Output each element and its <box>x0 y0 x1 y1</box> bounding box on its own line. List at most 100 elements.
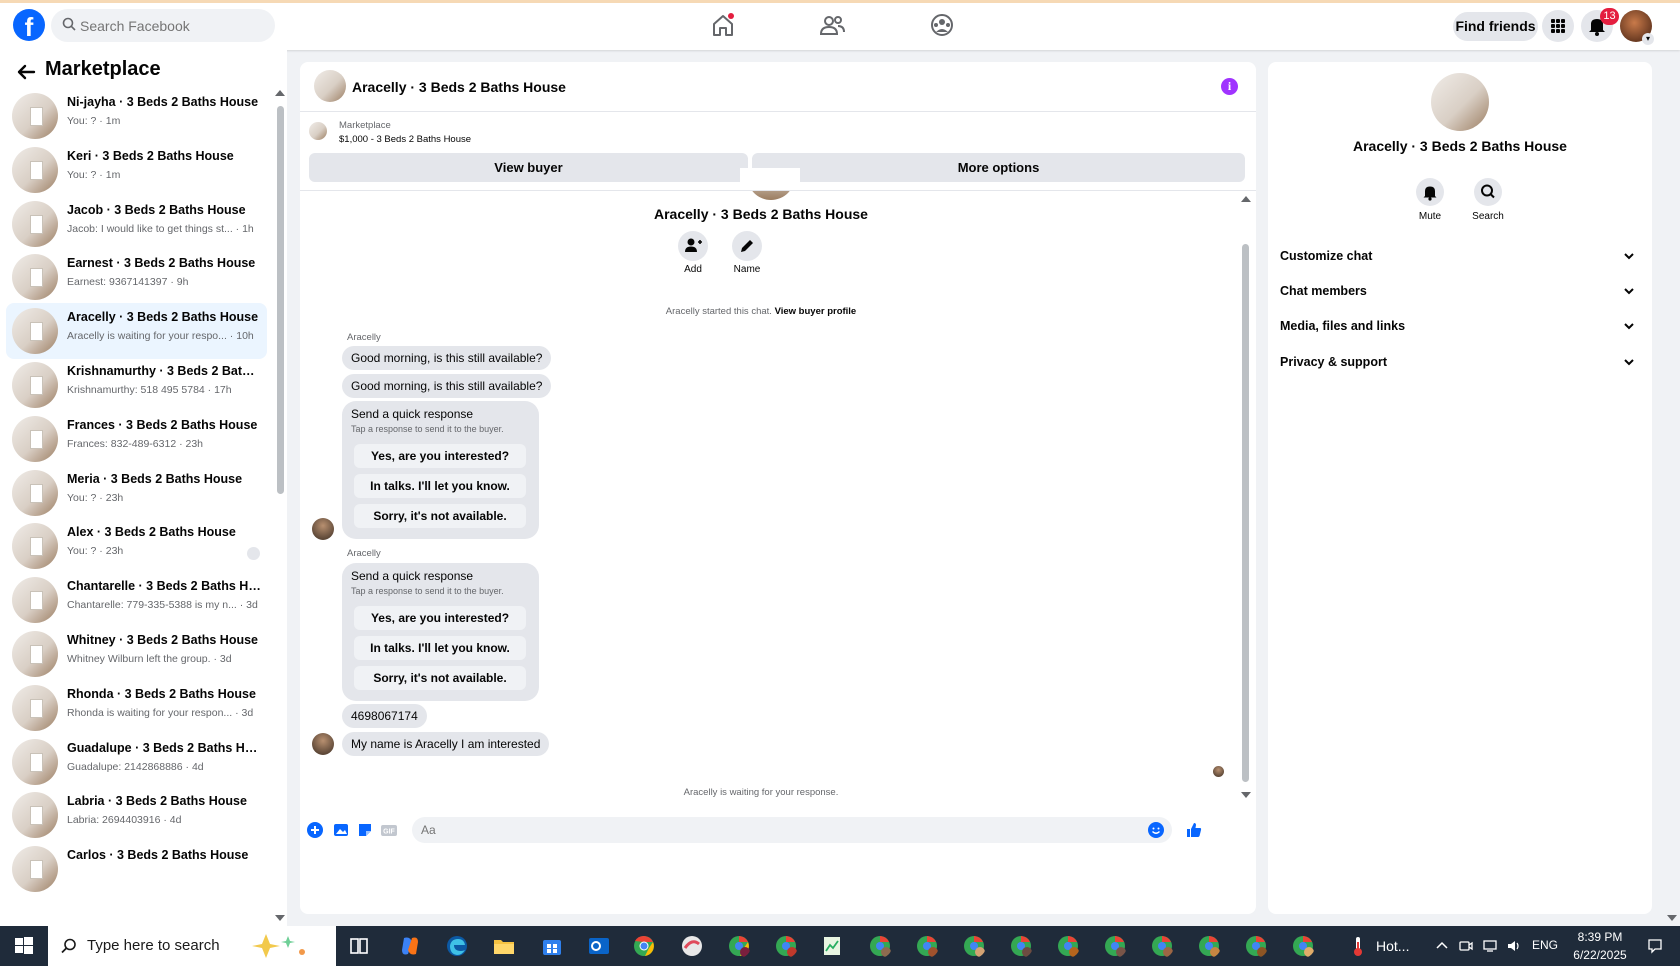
thumbs-up-icon[interactable] <box>1185 821 1203 839</box>
search-input[interactable] <box>80 9 270 42</box>
camera-icon[interactable] <box>1458 938 1474 954</box>
taskbar-search-box[interactable]: Type here to search <box>48 926 336 966</box>
edge-icon[interactable] <box>445 934 469 958</box>
conversation-item[interactable]: Meria · 3 Beds 2 Baths House You: ? · 23h <box>6 465 267 521</box>
outlook-icon[interactable] <box>587 934 611 958</box>
notification-badge: 13 <box>1600 8 1619 25</box>
page-scroll-down-arrow[interactable] <box>1667 915 1677 921</box>
quick-response-option[interactable]: In talks. I'll let you know. <box>354 474 526 498</box>
plus-circle-icon[interactable] <box>306 821 324 839</box>
chevron-up-icon[interactable] <box>1434 938 1450 954</box>
conversation-item[interactable]: Frances · 3 Beds 2 Baths House Frances: 8… <box>6 411 267 467</box>
back-arrow-icon[interactable] <box>14 60 38 84</box>
chevron-down-icon[interactable]: ▾ <box>1642 33 1654 45</box>
language-indicator[interactable]: ENG <box>1532 938 1558 952</box>
task-view-icon[interactable] <box>347 934 371 958</box>
home-icon[interactable] <box>709 12 737 38</box>
volume-icon[interactable] <box>1506 938 1522 954</box>
view-buyer-button[interactable]: View buyer <box>309 153 748 182</box>
chrome-profile-icon[interactable] <box>1244 934 1268 958</box>
gif-icon[interactable]: GIF <box>380 821 398 839</box>
app-icon[interactable] <box>680 934 704 958</box>
sticker-icon[interactable] <box>356 821 374 839</box>
clock-time[interactable]: 8:39 PM <box>1560 930 1640 944</box>
copilot-icon[interactable] <box>398 934 422 958</box>
conversation-title: Guadalupe · 3 Beds 2 Baths Ho... <box>67 741 262 755</box>
chrome-icon[interactable] <box>632 934 656 958</box>
search-icon <box>61 938 76 954</box>
chrome-profile-icon[interactable] <box>1197 934 1221 958</box>
facebook-logo-icon[interactable]: f <box>13 9 45 41</box>
chrome-profile-icon[interactable] <box>1103 934 1127 958</box>
notifications-center-icon[interactable] <box>1647 938 1663 954</box>
conversation-item[interactable]: Rhonda · 3 Beds 2 Baths House Rhonda is w… <box>6 680 267 736</box>
windows-start-icon[interactable] <box>0 926 48 966</box>
section-customize-chat[interactable]: Customize chat <box>1280 243 1640 271</box>
find-friends-button[interactable]: Find friends <box>1453 12 1538 41</box>
search-in-conversation-button[interactable] <box>1474 178 1502 206</box>
quick-response-option[interactable]: Sorry, it's not available. <box>354 504 526 528</box>
groups-icon[interactable] <box>928 12 956 38</box>
quick-response-option[interactable]: Yes, are you interested? <box>354 444 526 468</box>
file-explorer-icon[interactable] <box>492 934 516 958</box>
conversation-item[interactable]: Carlos · 3 Beds 2 Baths House <box>6 841 267 897</box>
message-input[interactable] <box>412 817 1172 843</box>
chrome-profile-icon[interactable] <box>915 934 939 958</box>
conversation-item[interactable]: Alex · 3 Beds 2 Baths House You: ? · 23h <box>6 518 267 574</box>
conversation-item[interactable]: Chantarelle · 3 Beds 2 Baths Ho... Chanta… <box>6 572 267 628</box>
chrome-profile-icon[interactable] <box>1150 934 1174 958</box>
sidebar-scrollbar-thumb[interactable] <box>277 106 284 494</box>
chat-scroll-down-arrow[interactable] <box>1241 792 1251 798</box>
menu-grid-button[interactable] <box>1542 10 1574 42</box>
conversation-item[interactable]: Jacob · 3 Beds 2 Baths House Jacob: I wou… <box>6 196 267 252</box>
chat-scroll-up-arrow[interactable] <box>1241 196 1251 202</box>
scroll-up-arrow[interactable] <box>275 90 285 96</box>
scroll-down-arrow[interactable] <box>275 915 285 921</box>
thermometer-icon[interactable] <box>1348 935 1368 957</box>
chrome-profile-icon[interactable] <box>1056 934 1080 958</box>
network-icon[interactable] <box>1482 938 1498 954</box>
chrome-profile-icon[interactable] <box>774 934 798 958</box>
mute-label: Mute <box>1418 211 1442 222</box>
conversation-item[interactable]: Guadalupe · 3 Beds 2 Baths Ho... Guadalup… <box>6 734 267 790</box>
search-box[interactable] <box>51 9 275 42</box>
conversation-item[interactable]: Krishnamurthy · 3 Beds 2 Baths ... Krishn… <box>6 357 267 413</box>
conversation-item[interactable]: Labria · 3 Beds 2 Baths House Labria: 269… <box>6 787 267 843</box>
rename-button[interactable] <box>732 231 762 261</box>
info-icon[interactable]: i <box>1221 78 1238 95</box>
quick-response-option[interactable]: In talks. I'll let you know. <box>354 636 526 660</box>
conversation-item[interactable]: Aracelly · 3 Beds 2 Baths House Aracelly … <box>6 303 267 359</box>
quick-response-option[interactable]: Sorry, it's not available. <box>354 666 526 690</box>
quick-response-option[interactable]: Yes, are you interested? <box>354 606 526 630</box>
conversation-item[interactable]: Whitney · 3 Beds 2 Baths House Whitney Wi… <box>6 626 267 682</box>
section-chat-members[interactable]: Chat members <box>1280 278 1640 306</box>
chat-avatar[interactable] <box>314 70 346 102</box>
chat-scrollbar-thumb[interactable] <box>1242 244 1249 782</box>
view-buyer-profile-link[interactable]: View buyer profile <box>775 306 857 317</box>
friends-icon[interactable] <box>818 12 846 38</box>
chrome-profile-icon[interactable] <box>962 934 986 958</box>
conversation-item[interactable]: Earnest · 3 Beds 2 Baths House Earnest: 9… <box>6 249 267 305</box>
chrome-profile-icon[interactable] <box>1009 934 1033 958</box>
message-bubble: My name is Aracelly I am interested <box>342 732 550 756</box>
emoji-icon[interactable] <box>1147 821 1165 839</box>
section-media-files-links[interactable]: Media, files and links <box>1280 313 1640 341</box>
conversation-item[interactable]: Ni-jayha · 3 Beds 2 Baths House You: ? · … <box>6 88 267 144</box>
chrome-profile-icon[interactable] <box>1291 934 1315 958</box>
chrome-profile-icon[interactable] <box>727 934 751 958</box>
store-icon[interactable] <box>540 934 564 958</box>
weather-widget[interactable]: Hot... <box>1376 938 1409 954</box>
chrome-profile-icon[interactable] <box>868 934 892 958</box>
add-people-button[interactable] <box>678 231 708 261</box>
clock-date[interactable]: 6/22/2025 <box>1560 948 1640 962</box>
conversation-preview: You: ? · 1m <box>67 169 121 181</box>
conversation-item[interactable]: Keri · 3 Beds 2 Baths House You: ? · 1m <box>6 142 267 198</box>
photo-icon[interactable] <box>332 821 350 839</box>
chat-header: Aracelly · 3 Beds 2 Baths House i <box>300 62 1256 112</box>
chat-title[interactable]: Aracelly · 3 Beds 2 Baths House <box>352 79 566 95</box>
section-privacy-support[interactable]: Privacy & support <box>1280 349 1640 377</box>
mute-button[interactable] <box>1416 178 1444 206</box>
quick-response-card: Send a quick response Tap a response to … <box>342 563 539 701</box>
spreadsheet-icon[interactable] <box>820 934 844 958</box>
more-options-button[interactable]: More options <box>752 153 1245 182</box>
